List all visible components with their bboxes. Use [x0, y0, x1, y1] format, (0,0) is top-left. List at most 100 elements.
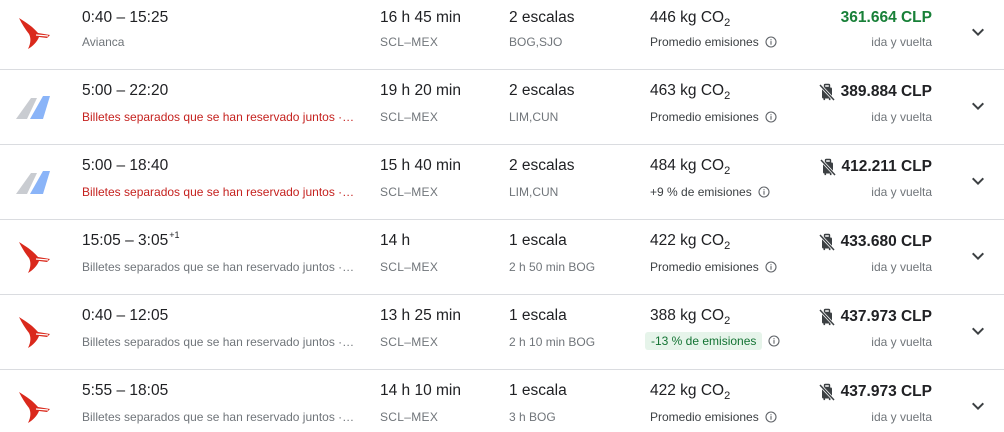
multi-airline-logo-icon: [14, 90, 52, 124]
trip-type: ida y vuelta: [871, 260, 932, 274]
flight-times-text: 5:55 – 18:05: [82, 382, 169, 399]
price: 361.664 CLP: [841, 9, 932, 27]
chevron-down-icon: [972, 402, 984, 410]
info-icon[interactable]: [768, 335, 780, 347]
co2-value: 388 kg CO: [650, 307, 725, 324]
co2-subscript: 2: [724, 17, 731, 29]
flight-duration: 14 h 10 min: [380, 382, 461, 399]
flight-result-row[interactable]: 5:00 – 22:20 Billetes separados que se h…: [0, 70, 1004, 145]
flight-duration: 16 h 45 min: [380, 9, 461, 26]
stops-count: 2 escalas: [509, 9, 575, 26]
flight-route: SCL–MEX: [380, 185, 439, 199]
flight-route: SCL–MEX: [380, 110, 439, 124]
flight-result-row[interactable]: 0:40 – 12:05 Billetes separados que se h…: [0, 295, 1004, 370]
airline-or-ticket-note: Billetes separados que se han reservado …: [82, 110, 355, 124]
avianca-logo-icon: [14, 16, 52, 50]
price-amount: 437.973 CLP: [840, 383, 932, 400]
flight-result-row[interactable]: 5:00 – 18:40 Billetes separados que se h…: [0, 145, 1004, 220]
multi-airline-logo-icon: [14, 165, 52, 199]
chevron-down-icon: [972, 177, 984, 185]
stop-details: LIM,CUN: [509, 185, 559, 199]
info-icon[interactable]: [758, 186, 770, 198]
co2-emissions: 446 kg CO2: [650, 9, 731, 29]
stops-count: 2 escalas: [509, 157, 575, 174]
price-amount: 389.884 CLP: [840, 83, 932, 100]
no-carry-on-bag-icon: [818, 157, 838, 177]
airline-or-ticket-note: Billetes separados que se han reservado …: [82, 185, 355, 199]
emissions-comparison: Promedio emisiones: [650, 260, 777, 274]
flight-times: 0:40 – 15:25: [82, 9, 168, 27]
expand-details-button[interactable]: [964, 317, 992, 345]
avianca-logo-icon: [14, 315, 52, 349]
flight-result-row[interactable]: 0:40 – 15:25 Avianca 16 h 45 min SCL–MEX…: [0, 0, 1004, 70]
chevron-down-icon: [972, 102, 984, 110]
stops-count: 1 escala: [509, 382, 567, 399]
trip-type: ida y vuelta: [871, 410, 932, 424]
flight-duration: 14 h: [380, 232, 411, 249]
expand-details-button[interactable]: [964, 92, 992, 120]
flight-times: 5:55 – 18:05: [82, 382, 168, 400]
price: 437.973 CLP: [817, 307, 932, 327]
emissions-label: Promedio emisiones: [650, 260, 759, 274]
emissions-comparison: Promedio emisiones: [650, 410, 777, 424]
airline-or-ticket-note: Billetes separados que se han reservado …: [82, 335, 355, 349]
emissions-comparison: -13 % de emisiones: [645, 332, 780, 350]
flight-times: 0:40 – 12:05: [82, 307, 168, 325]
co2-emissions: 422 kg CO2: [650, 382, 730, 402]
emissions-label: +9 % de emisiones: [650, 185, 752, 199]
no-carry-on-bag-icon: [817, 382, 837, 402]
co2-subscript: 2: [724, 240, 731, 252]
info-icon[interactable]: [765, 411, 777, 423]
flight-times-text: 0:40 – 15:25: [82, 9, 169, 26]
trip-type: ida y vuelta: [871, 110, 932, 124]
stop-details: 2 h 50 min BOG: [509, 260, 596, 274]
trip-type: ida y vuelta: [871, 185, 932, 199]
price: 389.884 CLP: [817, 82, 932, 102]
price: 412.211 CLP: [818, 157, 932, 177]
info-icon[interactable]: [765, 36, 777, 48]
flight-route: SCL–MEX: [380, 410, 439, 424]
emissions-label: Promedio emisiones: [650, 35, 759, 49]
no-carry-on-bag-icon: [817, 82, 837, 102]
avianca-logo-icon: [14, 390, 52, 424]
flight-times: 15:05 – 3:05+1: [82, 230, 180, 250]
trip-type: ida y vuelta: [871, 35, 932, 49]
flight-times: 5:00 – 18:40: [82, 157, 168, 175]
emissions-label: Promedio emisiones: [650, 410, 759, 424]
flight-result-row[interactable]: 15:05 – 3:05+1 Billetes separados que se…: [0, 220, 1004, 295]
info-icon[interactable]: [765, 261, 777, 273]
price-amount: 361.664 CLP: [840, 9, 932, 26]
expand-details-button[interactable]: [964, 18, 992, 46]
stop-details: 3 h BOG: [509, 410, 556, 424]
price-amount: 412.211 CLP: [841, 158, 932, 175]
flight-result-row[interactable]: 5:55 – 18:05 Billetes separados que se h…: [0, 370, 1004, 432]
emissions-label: -13 % de emisiones: [645, 332, 763, 350]
co2-value: 422 kg CO: [650, 382, 725, 399]
price-amount: 433.680 CLP: [840, 233, 932, 250]
airline-or-ticket-note: Billetes separados que se han reservado …: [82, 260, 355, 274]
emissions-comparison: Promedio emisiones: [650, 110, 777, 124]
expand-details-button[interactable]: [964, 242, 992, 270]
co2-value: 422 kg CO: [650, 232, 725, 249]
chevron-down-icon: [972, 252, 984, 260]
stops-count: 1 escala: [509, 307, 567, 324]
stops-count: 2 escalas: [509, 82, 575, 99]
stop-details: 2 h 10 min BOG: [509, 335, 596, 349]
expand-details-button[interactable]: [964, 392, 992, 420]
flight-times: 5:00 – 22:20: [82, 82, 168, 100]
co2-value: 484 kg CO: [650, 157, 725, 174]
emissions-comparison: Promedio emisiones: [650, 35, 777, 49]
trip-type: ida y vuelta: [871, 335, 932, 349]
chevron-down-icon: [972, 327, 984, 335]
flight-times-text: 15:05 – 3:05: [82, 232, 169, 249]
flight-duration: 15 h 40 min: [380, 157, 461, 174]
next-day-indicator: +1: [169, 230, 180, 240]
flight-results-list: 0:40 – 15:25 Avianca 16 h 45 min SCL–MEX…: [0, 0, 1004, 432]
price-amount: 437.973 CLP: [840, 308, 932, 325]
co2-subscript: 2: [724, 90, 731, 102]
info-icon[interactable]: [765, 111, 777, 123]
expand-details-button[interactable]: [964, 167, 992, 195]
flight-duration: 19 h 20 min: [380, 82, 461, 99]
flight-duration: 13 h 25 min: [380, 307, 461, 324]
price: 437.973 CLP: [817, 382, 932, 402]
